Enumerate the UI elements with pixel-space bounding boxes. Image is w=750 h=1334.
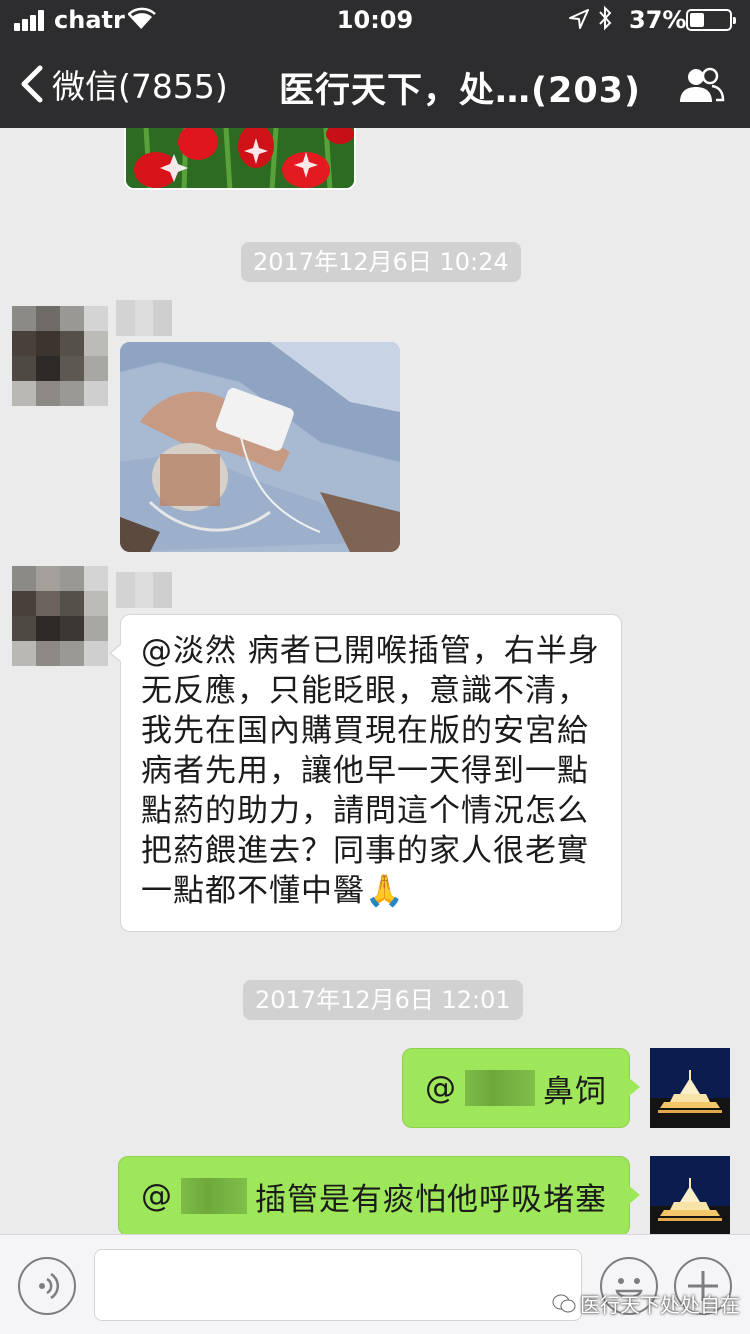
chat-title: 医行天下，处…(203) <box>278 71 642 111</box>
voice-button[interactable] <box>18 1257 76 1315</box>
message-bubble-outgoing[interactable]: @ 插管是有痰怕他呼吸堵塞 <box>118 1156 640 1234</box>
input-bar: 医行天下处处自在 <box>0 1234 750 1334</box>
avatar[interactable] <box>650 1156 730 1234</box>
bluetooth-icon <box>599 5 612 31</box>
top-bar: chatr 10:09 37% 微信(7855) 医行天下，处…(203) <box>0 0 750 128</box>
status-bar: chatr 10:09 37% <box>0 0 750 40</box>
group-icon[interactable] <box>676 66 726 104</box>
avatar[interactable] <box>12 566 108 666</box>
back-button[interactable]: 微信(7855) <box>16 62 228 106</box>
message-bubble-outgoing[interactable]: @ 鼻饲 <box>402 1048 640 1128</box>
sender-name <box>116 572 173 608</box>
mention-at: @ <box>425 1070 457 1106</box>
timestamp: 2017年12月6日 10:24 <box>241 242 521 282</box>
mention-name-blurred <box>465 1070 535 1106</box>
message-list[interactable]: 2017年12月6日 10:24 @淡然 病者已開喉插管，右半身 无反應，只能眨… <box>0 128 750 1234</box>
message-text: 插管是有痰怕他呼吸堵塞 <box>255 1181 607 1218</box>
watermark: 医行天下处处自在 <box>552 1289 740 1318</box>
message-text: 鼻饲 <box>543 1073 607 1110</box>
message-text: @淡然 病者已開喉插管，右半身 无反應，只能眨眼，意識不清， 我先在国內購買現在… <box>141 633 600 909</box>
timestamp: 2017年12月6日 12:01 <box>243 980 523 1020</box>
location-arrow-icon <box>569 9 589 29</box>
sender-name <box>116 300 173 336</box>
voice-icon <box>39 1272 60 1300</box>
battery-fill <box>690 13 705 27</box>
patient-photo[interactable] <box>120 342 400 552</box>
message-input[interactable] <box>94 1249 582 1321</box>
wechat-group-chat: chatr 10:09 37% 微信(7855) 医行天下，处…(203) 20… <box>0 0 750 1334</box>
back-label: 微信(7855) <box>52 67 228 106</box>
battery-icon <box>686 9 736 31</box>
message-bubble-incoming[interactable]: @淡然 病者已開喉插管，右半身 无反應，只能眨眼，意識不清， 我先在国內購買現在… <box>109 614 622 932</box>
battery-percent: 37% <box>629 6 687 34</box>
avatar[interactable] <box>650 1048 730 1128</box>
chevron-left-icon <box>21 65 43 103</box>
avatar[interactable] <box>12 306 108 406</box>
tulip-image[interactable] <box>124 128 356 190</box>
mention-name-blurred <box>181 1178 247 1214</box>
watermark-text: 医行天下处处自在 <box>580 1293 740 1317</box>
nav-bar: 微信(7855) 医行天下，处…(203) <box>0 40 750 128</box>
mention-at: @ <box>141 1178 173 1214</box>
wechat-logo-icon <box>552 1294 576 1312</box>
